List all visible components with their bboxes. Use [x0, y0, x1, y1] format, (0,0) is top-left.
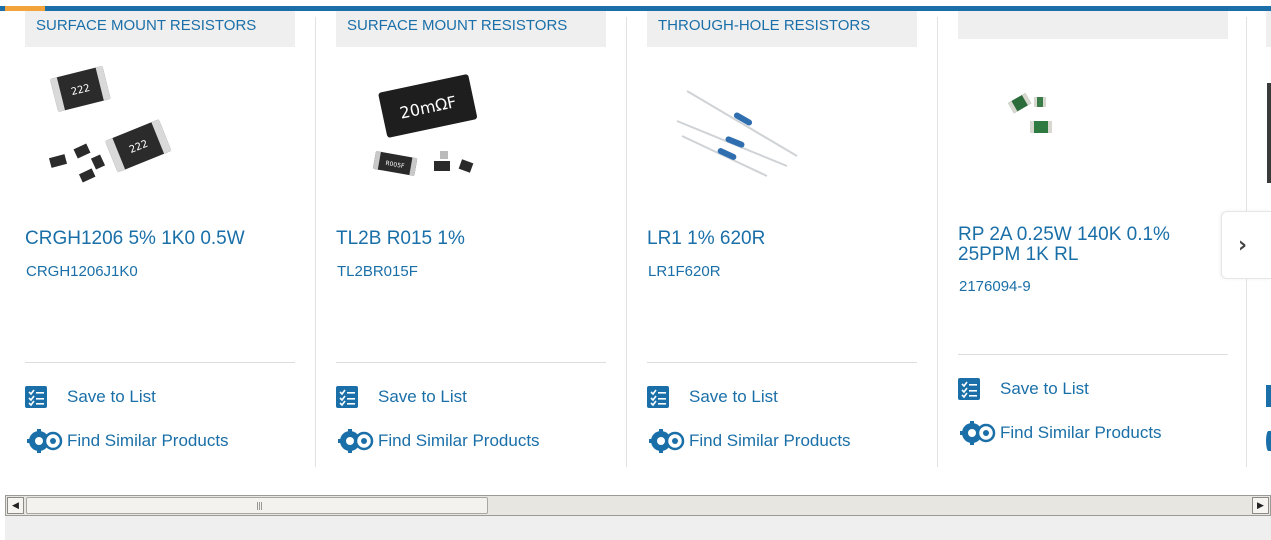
- find-similar-label: Find Similar Products: [689, 431, 851, 450]
- find-similar-label: Find Similar Products: [378, 431, 540, 450]
- footer-area: [5, 516, 1271, 540]
- checklist-icon: [25, 386, 47, 408]
- product-title[interactable]: CRGH1206 5% 1K0 0.5W: [25, 229, 285, 249]
- category-tag[interactable]: SURFACE MOUNT RESISTORS: [25, 11, 295, 47]
- gears-icon: [25, 429, 65, 453]
- scrollbar-thumb[interactable]: [26, 497, 488, 514]
- gears-icon: [958, 421, 998, 445]
- product-code[interactable]: LR1F620R: [648, 263, 721, 280]
- find-similar-button[interactable]: Find Similar Products: [336, 429, 540, 453]
- product-card: SURFACE MOUNT RESISTORS 222 222 CRGH1206…: [5, 11, 316, 467]
- product-image[interactable]: [958, 53, 1128, 183]
- gears-icon: [647, 429, 687, 453]
- divider: [647, 362, 917, 363]
- arrow-right-icon: ▶: [1257, 500, 1264, 511]
- category-tag[interactable]: SURFACE MOUNT RESISTORS: [336, 11, 606, 47]
- checklist-icon: [647, 386, 669, 408]
- product-title[interactable]: RP 2A 0.25W 140K 0.1% 25PPM 1K RL: [958, 225, 1218, 265]
- product-carousel: SURFACE MOUNT RESISTORS 222 222 CRGH1206…: [5, 11, 1271, 471]
- chevron-right-icon: ›: [1237, 232, 1248, 258]
- save-to-list-button[interactable]: Save to List: [25, 385, 156, 409]
- product-code[interactable]: CRGH1206J1K0: [26, 263, 138, 280]
- divider: [25, 362, 295, 363]
- checklist-icon: [336, 386, 358, 408]
- divider: [336, 362, 606, 363]
- save-to-list-label: Save to List: [378, 387, 467, 406]
- category-tag[interactable]: THROUGH-HOLE RESISTORS: [647, 11, 917, 47]
- horizontal-scrollbar[interactable]: ◀ ▶: [5, 495, 1271, 516]
- find-similar-button[interactable]: Find Similar Products: [958, 421, 1162, 445]
- save-to-list-label: Save to List: [689, 387, 778, 406]
- gears-icon: [336, 429, 376, 453]
- product-card: SURFACE MOUNT RESISTORS 20mΩF R005F TL2B…: [316, 11, 627, 467]
- scroll-left-button[interactable]: ◀: [7, 497, 24, 514]
- grip-icon: [257, 502, 263, 510]
- product-code[interactable]: 2176094-9: [959, 278, 1031, 295]
- product-code[interactable]: TL2BR015F: [337, 263, 418, 280]
- save-to-list-label: Save to List: [67, 387, 156, 406]
- category-tag[interactable]: [958, 11, 1228, 39]
- scroll-right-button[interactable]: ▶: [1252, 497, 1269, 514]
- save-to-list-button[interactable]: Save to List: [336, 385, 467, 409]
- product-card: RP 2A 0.25W 140K 0.1% 25PPM 1K RL 217609…: [938, 11, 1249, 459]
- save-to-list-button[interactable]: Save to List: [647, 385, 778, 409]
- save-to-list-button[interactable]: Save to List: [958, 377, 1089, 401]
- product-image[interactable]: 222 222: [25, 61, 195, 191]
- product-card: THROUGH-HOLE RESISTORS LR1 1% 620R LR1F6…: [627, 11, 938, 467]
- product-image[interactable]: [647, 61, 817, 191]
- find-similar-label: Find Similar Products: [1000, 423, 1162, 442]
- checklist-icon: [958, 378, 980, 400]
- divider: [958, 354, 1228, 355]
- product-title[interactable]: LR1 1% 620R: [647, 229, 907, 249]
- product-image[interactable]: 20mΩF R005F: [336, 61, 506, 191]
- find-similar-label: Find Similar Products: [67, 431, 229, 450]
- arrow-left-icon: ◀: [12, 500, 19, 511]
- product-title[interactable]: TL2B R015 1%: [336, 229, 596, 249]
- find-similar-button[interactable]: Find Similar Products: [647, 429, 851, 453]
- carousel-next-button[interactable]: ›: [1221, 211, 1271, 279]
- save-to-list-label: Save to List: [1000, 379, 1089, 398]
- find-similar-button[interactable]: Find Similar Products: [25, 429, 229, 453]
